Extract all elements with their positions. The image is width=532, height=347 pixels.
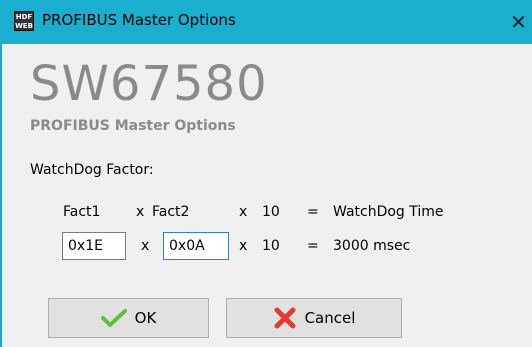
value-times-2: x (239, 238, 248, 254)
fact2-input[interactable]: 0x0A (163, 232, 229, 260)
watchdog-section-label: WatchDog Factor: (30, 162, 154, 178)
checkmark-icon (100, 308, 127, 328)
page-subtitle: PROFIBUS Master Options (30, 118, 236, 134)
formula-times-1: x (136, 204, 145, 220)
value-equals: = (307, 238, 319, 254)
formula-result-label: WatchDog Time (333, 204, 444, 220)
formula-fact2-label: Fact2 (152, 204, 190, 220)
value-multiplier: 10 (262, 238, 280, 254)
ok-label: OK (134, 309, 157, 327)
cancel-button[interactable]: Cancel (226, 298, 402, 338)
app-icon: HDF WEB (14, 11, 34, 31)
fact1-input[interactable]: 0x1E (62, 232, 126, 260)
cancel-label: Cancel (304, 309, 356, 327)
value-times-1: x (141, 238, 150, 254)
formula-times-2: x (239, 204, 248, 220)
window-border (0, 44, 2, 347)
ok-button[interactable]: OK (48, 298, 209, 338)
formula-multiplier: 10 (262, 204, 280, 220)
titlebar[interactable]: HDF WEB PROFIBUS Master Options ✕ (0, 0, 532, 44)
app-icon-top-text: HDF (15, 13, 33, 21)
red-x-icon (273, 306, 297, 330)
close-icon[interactable]: ✕ (505, 8, 532, 36)
watchdog-time-value: 3000 msec (333, 238, 411, 254)
formula-equals: = (307, 204, 319, 220)
product-code: SW67580 (30, 56, 268, 112)
app-icon-bottom-text: WEB (15, 22, 33, 30)
window-title: PROFIBUS Master Options (42, 11, 236, 29)
dialog-window: HDF WEB PROFIBUS Master Options ✕ SW6758… (0, 0, 532, 347)
formula-fact1-label: Fact1 (63, 204, 101, 220)
